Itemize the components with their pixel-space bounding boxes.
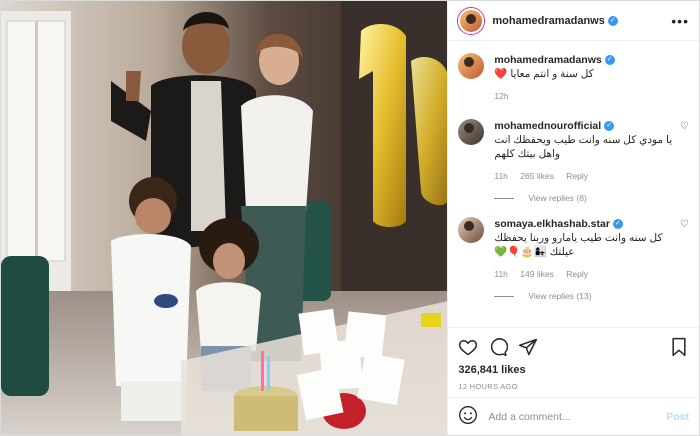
commenter-avatar[interactable]: [458, 217, 485, 243]
caption: mohamedramadanws ✓ كل سنة و انتم معايا ❤️…: [458, 53, 689, 103]
post-side-panel: mohamedramadanws ✓ ••• mohamedramadanws ✓…: [447, 1, 699, 435]
commenter-avatar[interactable]: [458, 119, 485, 145]
comment-bubble-icon[interactable]: [488, 337, 509, 357]
comment-text: يا مودي كل سنه وانت طيب ويحفظك انت واهل …: [494, 134, 673, 160]
reply-button[interactable]: Reply: [566, 269, 588, 279]
caption-username[interactable]: mohamedramadanws: [494, 54, 601, 66]
comment-item: mohamednourofficial ✓ يا مودي كل سنه وانت…: [458, 119, 689, 183]
replies-divider: [494, 197, 515, 199]
commenter-username[interactable]: somaya.elkhashab.star: [494, 218, 610, 230]
like-heart-icon[interactable]: [458, 337, 478, 357]
author-username[interactable]: mohamedramadanws: [492, 15, 604, 27]
post-header: mohamedramadanws ✓ •••: [448, 1, 699, 41]
add-comment-bar: Post: [448, 397, 699, 435]
verified-badge-icon: ✓: [607, 15, 618, 26]
instagram-post: mohamedramadanws ✓ ••• mohamedramadanws ✓…: [0, 0, 700, 436]
verified-badge-icon: ✓: [604, 55, 615, 66]
comment-likes[interactable]: 265 likes: [520, 171, 554, 181]
comment-likes[interactable]: 149 likes: [520, 269, 554, 279]
view-replies-link[interactable]: View replies (13): [494, 291, 689, 301]
caption-text: كل سنة و انتم معايا ❤️: [494, 68, 594, 80]
comment-like-heart-icon[interactable]: ♡: [677, 219, 689, 281]
bookmark-icon[interactable]: [669, 337, 689, 357]
post-photo[interactable]: [1, 1, 448, 435]
comment-time: 11h: [494, 269, 508, 279]
comment-text: كل سنه وانت طيب يامارو وربنا يحفظك عيلتك…: [494, 232, 663, 258]
likes-count[interactable]: 326,841 likes: [458, 364, 689, 376]
verified-badge-icon: ✓: [604, 121, 615, 132]
emoji-icon[interactable]: [458, 405, 478, 428]
caption-avatar[interactable]: [458, 53, 485, 79]
view-replies-label[interactable]: View replies (8): [528, 193, 586, 203]
more-options-icon[interactable]: •••: [671, 13, 689, 29]
comment-input[interactable]: [488, 410, 667, 423]
comment-like-heart-icon[interactable]: ♡: [677, 121, 689, 183]
comment-item: somaya.elkhashab.star ✓ كل سنه وانت طيب ي…: [458, 217, 689, 281]
family-birthday-photo: [1, 1, 448, 435]
replies-divider: [494, 295, 515, 297]
verified-badge-icon: ✓: [612, 219, 623, 230]
comments-section: mohamedramadanws ✓ كل سنة و انتم معايا ❤️…: [448, 41, 699, 327]
post-comment-button[interactable]: Post: [666, 411, 689, 423]
caption-time: 12h: [494, 91, 509, 101]
commenter-username[interactable]: mohamednourofficial: [494, 120, 601, 132]
view-replies-link[interactable]: View replies (8): [494, 193, 689, 203]
post-timestamp: 12 HOURS AGO: [458, 382, 518, 391]
post-actions: 326,841 likes 12 HOURS AGO: [448, 327, 699, 397]
share-paper-plane-icon[interactable]: [518, 337, 538, 357]
view-replies-label[interactable]: View replies (13): [528, 291, 591, 301]
author-avatar[interactable]: [458, 7, 485, 34]
comment-time: 11h: [494, 171, 508, 181]
reply-button[interactable]: Reply: [566, 171, 588, 181]
